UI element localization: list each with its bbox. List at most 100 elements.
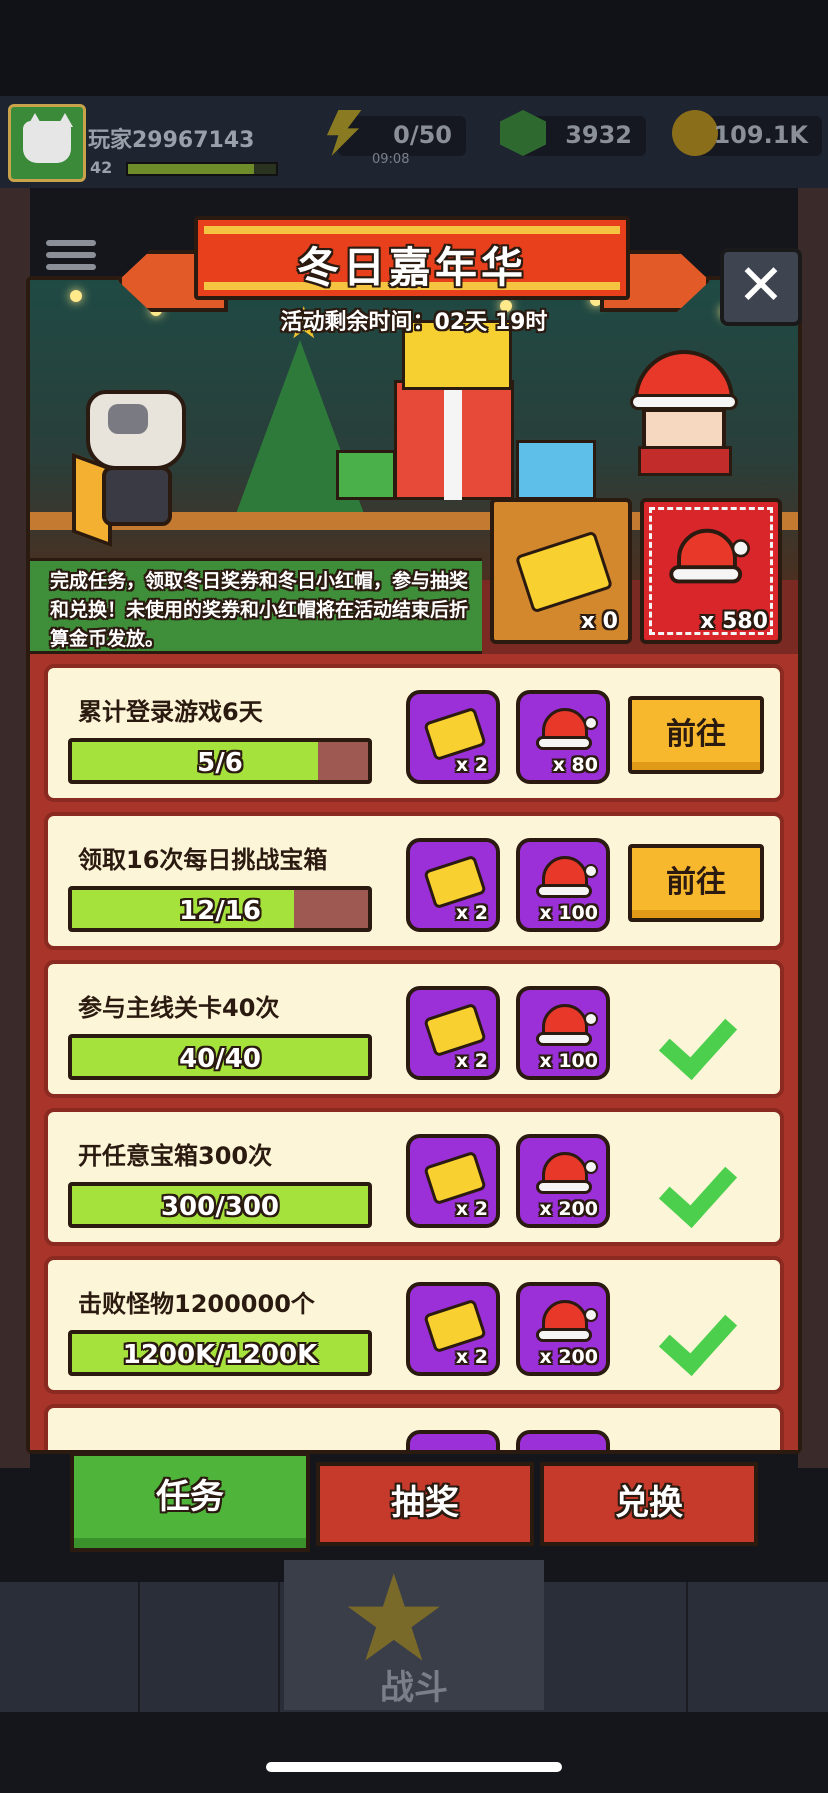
- task-progress-text: 300/300: [160, 1192, 280, 1222]
- string-light-icon: [70, 290, 82, 302]
- santa-hat-icon: [536, 1152, 598, 1200]
- task-row: 开任意宝箱300次 300/300 x 2 x 200: [44, 1108, 784, 1246]
- battle-star-icon: ★: [340, 1550, 448, 1689]
- ticket-balance-count: x 0: [580, 609, 618, 634]
- santa-hat-icon: [536, 856, 598, 904]
- task-progress-text: 40/40: [179, 1044, 261, 1074]
- menu-icon: [46, 240, 96, 274]
- santa-hat-reward[interactable]: x 80: [516, 690, 610, 784]
- xp-bar-fill: [128, 164, 254, 174]
- task-row: 累计登录游戏6天 5/6 x 2 x 80 前往: [44, 664, 784, 802]
- player-name: 玩家29967143: [88, 128, 255, 153]
- santa-hat-reward-count: x 80: [552, 754, 598, 776]
- event-description-box: 完成任务，领取冬日奖券和冬日小红帽，参与抽奖和兑换！未使用的奖券和小红帽将在活动…: [30, 558, 482, 654]
- player-level: 42: [90, 158, 113, 177]
- santa-hat-reward[interactable]: x 100: [516, 838, 610, 932]
- avatar[interactable]: [8, 104, 86, 182]
- xp-bar: [126, 162, 278, 176]
- ticket-reward-count: x 2: [455, 754, 488, 776]
- santa-hat-reward-count: x 200: [539, 1198, 598, 1220]
- santa-hat-icon: [536, 1300, 598, 1348]
- cat-avatar-icon: [23, 121, 71, 163]
- task-progress-text: 5/6: [197, 748, 243, 778]
- nav-shop[interactable]: [0, 1582, 140, 1712]
- task-progress-bar: 5/6: [68, 738, 372, 784]
- background-right: [798, 188, 828, 1468]
- task-progress-bar: 300/300: [68, 1182, 372, 1228]
- nav-equipment[interactable]: [140, 1582, 280, 1712]
- completed-check-icon: [666, 998, 738, 1070]
- gift-box-icon: [516, 440, 596, 500]
- close-button[interactable]: ✕: [720, 248, 802, 326]
- task-name: 领取16次每日挑战宝箱: [78, 846, 328, 874]
- task-row: 击败怪物1200000个 1200K/1200K x 2 x 200: [44, 1256, 784, 1394]
- santa-hat-reward-count: x 100: [539, 1050, 598, 1072]
- santa-hat-reward-count: x 200: [539, 1346, 598, 1368]
- energy-counter[interactable]: 0/50 09:08: [326, 110, 466, 167]
- santa-hat-reward-count: x 100: [539, 902, 598, 924]
- task-row: [44, 1404, 784, 1450]
- santa-hat-balance[interactable]: x 580: [640, 498, 782, 644]
- coin-icon: [672, 110, 718, 156]
- task-progress-bar: 40/40: [68, 1034, 372, 1080]
- coin-value: 109.1K: [713, 121, 808, 149]
- tab-exchange[interactable]: 兑换: [540, 1462, 758, 1546]
- task-name: 击败怪物1200000个: [78, 1290, 315, 1318]
- gem-value: 3932: [565, 121, 632, 149]
- ticket-reward[interactable]: x 2: [406, 690, 500, 784]
- santa-hat-reward[interactable]: x 100: [516, 986, 610, 1080]
- go-button[interactable]: 前往: [628, 844, 764, 922]
- ticket-reward[interactable]: x 2: [406, 1134, 500, 1228]
- gift-ribbon: [444, 380, 462, 500]
- completed-check-icon: [666, 1294, 738, 1366]
- event-tabs: 抽奖 兑换 任务: [26, 1450, 802, 1552]
- ticket-reward[interactable]: x 2: [406, 838, 500, 932]
- energy-timer: 09:08: [372, 152, 410, 167]
- event-title-banner: 冬日嘉年华: [194, 216, 630, 300]
- gem-counter[interactable]: 3932: [500, 110, 646, 156]
- event-description: 完成任务，领取冬日奖券和冬日小红帽，参与抽奖和兑换！未使用的奖券和小红帽将在活动…: [50, 570, 469, 650]
- completed-check-icon: [666, 1146, 738, 1218]
- task-row: 参与主线关卡40次 40/40 x 2 x 100: [44, 960, 784, 1098]
- cat-ear-icon: [27, 113, 43, 127]
- status-bar: [0, 0, 828, 96]
- cat-ear-icon: [57, 113, 73, 127]
- coin-counter[interactable]: 109.1K: [672, 110, 822, 156]
- ticket-icon: [514, 530, 614, 614]
- santa-hat-icon: [536, 708, 598, 756]
- santa-hat-icon: [669, 528, 750, 591]
- event-timer: 活动剩余时间：02天 19时: [280, 310, 548, 335]
- santa-hat-reward[interactable]: x 200: [516, 1134, 610, 1228]
- event-title: 冬日嘉年华: [296, 243, 527, 292]
- ticket-reward-count: x 2: [455, 902, 488, 924]
- task-list[interactable]: 累计登录游戏6天 5/6 x 2 x 80 前往 领取16次每日挑战宝箱 12/…: [30, 654, 798, 1450]
- go-button[interactable]: 前往: [628, 696, 764, 774]
- task-name: 参与主线关卡40次: [78, 994, 280, 1022]
- tab-lottery[interactable]: 抽奖: [316, 1462, 534, 1546]
- ticket-balance[interactable]: x 0: [490, 498, 632, 644]
- task-progress-bar: 1200K/1200K: [68, 1330, 372, 1376]
- santa-hat-balance-count: x 580: [700, 609, 768, 634]
- santa-hat-reward[interactable]: x 200: [516, 1282, 610, 1376]
- santa-hat-icon: [536, 1004, 598, 1052]
- ticket-reward-count: x 2: [455, 1050, 488, 1072]
- nav-evolution[interactable]: [688, 1582, 828, 1712]
- task-progress-text: 12/16: [179, 896, 261, 926]
- ticket-reward-count: x 2: [455, 1198, 488, 1220]
- tab-tasks[interactable]: 任务: [70, 1452, 310, 1552]
- ticket-reward[interactable]: x 2: [406, 1282, 500, 1376]
- task-progress-bar: 12/16: [68, 886, 372, 932]
- santa-hat-reward[interactable]: [516, 1430, 610, 1450]
- home-indicator[interactable]: [266, 1762, 562, 1772]
- ticket-reward[interactable]: [406, 1430, 500, 1450]
- santa-character-illustration: [630, 350, 740, 480]
- christmas-tree-icon: [230, 340, 370, 530]
- energy-value: 0/50: [393, 121, 452, 149]
- nav-talent[interactable]: [548, 1582, 688, 1712]
- gift-box-icon: [336, 450, 396, 500]
- task-progress-text: 1200K/1200K: [122, 1340, 318, 1370]
- ticket-reward[interactable]: x 2: [406, 986, 500, 1080]
- task-name: 累计登录游戏6天: [78, 698, 263, 726]
- cat-hero-illustration: [72, 380, 202, 548]
- task-name: 开任意宝箱300次: [78, 1142, 273, 1170]
